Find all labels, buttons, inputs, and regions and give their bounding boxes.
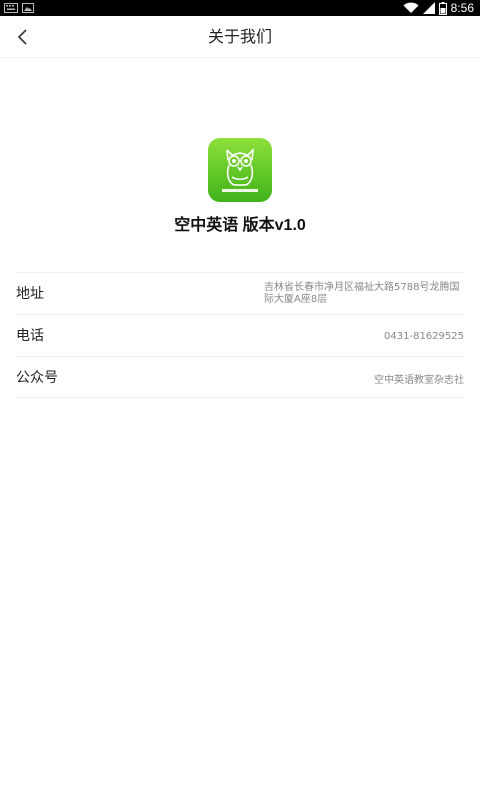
phone-label: 电话	[16, 328, 44, 344]
wechat-value: 空中英语教室杂志社	[374, 374, 464, 386]
battery-icon	[438, 1, 447, 15]
keyboard-icon	[4, 3, 18, 13]
page-title: 关于我们	[207, 27, 272, 46]
info-row-phone[interactable]: 电话 0431-81629525	[16, 314, 464, 356]
wechat-label: 公众号	[16, 370, 58, 386]
app-logo	[208, 138, 272, 202]
signal-icon	[422, 2, 435, 14]
wifi-icon	[403, 2, 419, 13]
image-icon	[22, 3, 34, 13]
address-label: 地址	[16, 286, 44, 302]
info-list: 地址 吉林省长春市净月区福祉大路5788号龙腾国际大厦A座8层 电话 0431-…	[16, 272, 464, 398]
status-time: 8:56	[450, 1, 474, 15]
status-bar: 8:56	[0, 0, 480, 16]
app-bar: 关于我们	[0, 16, 480, 58]
app-name-version: 空中英语 版本v1.0	[174, 217, 306, 234]
owl-logo-icon	[208, 138, 272, 202]
address-value: 吉林省长春市净月区福祉大路5788号龙腾国际大厦A座8层	[264, 282, 460, 305]
info-row-address: 地址 吉林省长春市净月区福祉大路5788号龙腾国际大厦A座8层	[16, 272, 464, 314]
phone-value[interactable]: 0431-81629525	[384, 315, 464, 357]
info-row-wechat: 公众号 空中英语教室杂志社	[16, 356, 464, 398]
